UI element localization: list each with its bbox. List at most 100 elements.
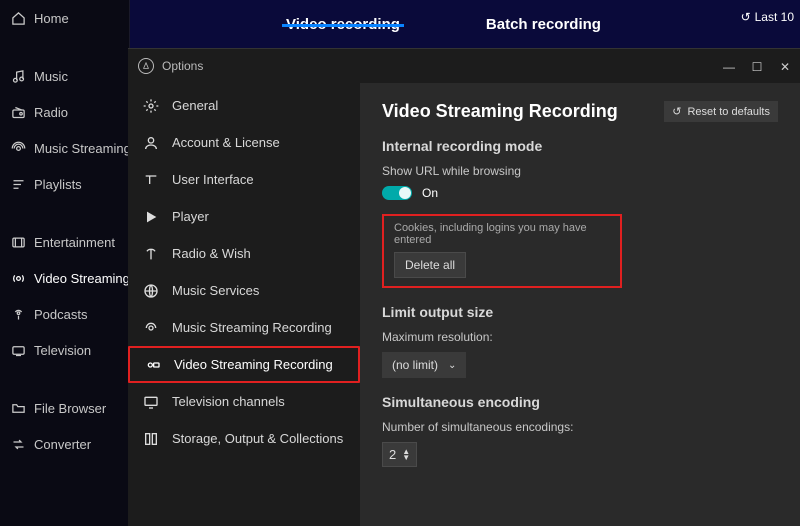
sidebar-item-label: Television: [34, 343, 91, 358]
options-item-ui[interactable]: User Interface: [128, 161, 360, 198]
music-streaming-icon: [10, 140, 26, 156]
converter-icon: [10, 436, 26, 452]
close-button[interactable]: ✕: [774, 56, 796, 78]
sidebar-item-podcasts[interactable]: Podcasts: [0, 296, 129, 332]
sidebar-item-label: Home: [34, 11, 69, 26]
play-icon: [142, 208, 160, 226]
minimize-button[interactable]: —: [718, 56, 740, 78]
options-item-label: Music Services: [172, 283, 259, 298]
cookies-hint: Cookies, including logins you may have e…: [394, 222, 610, 246]
sidebar-item-entertainment[interactable]: Entertainment: [0, 224, 129, 260]
playlist-icon: [10, 176, 26, 192]
select-value: (no limit): [392, 358, 438, 372]
options-item-label: Player: [172, 209, 209, 224]
options-item-storage[interactable]: Storage, Output & Collections: [128, 420, 360, 457]
options-item-label: General: [172, 98, 218, 113]
tab-label: Batch recording: [486, 16, 601, 33]
sidebar-item-label: File Browser: [34, 401, 106, 416]
options-item-music-recording[interactable]: Music Streaming Recording: [128, 309, 360, 346]
tab-label: Video recording: [286, 16, 400, 33]
options-content: Video Streaming Recording ↺ Reset to def…: [360, 83, 800, 526]
options-item-label: Account & License: [172, 135, 280, 150]
sidebar-item-label: Video Streaming: [34, 271, 129, 286]
globe-icon: [142, 282, 160, 300]
options-item-label: Radio & Wish: [172, 246, 251, 261]
brush-icon: [142, 171, 160, 189]
options-item-general[interactable]: General: [128, 87, 360, 124]
reset-defaults-button[interactable]: ↺ Reset to defaults: [664, 101, 778, 122]
delete-all-label: Delete all: [405, 258, 455, 272]
reset-label: Reset to defaults: [687, 106, 770, 118]
sidebar-item-music-streaming[interactable]: Music Streaming: [0, 130, 129, 166]
options-item-label: Television channels: [172, 394, 285, 409]
show-url-label: Show URL while browsing: [382, 164, 778, 178]
sidebar-item-video-streaming[interactable]: Video Streaming: [0, 260, 129, 296]
options-sidebar: General Account & License User Interface…: [128, 83, 360, 526]
chevron-down-icon: ⌄: [448, 360, 456, 371]
sidebar-item-label: Converter: [34, 437, 91, 452]
app-logo-icon: [138, 58, 154, 74]
section-internal-recording: Internal recording mode: [382, 138, 778, 154]
options-item-video-recording[interactable]: Video Streaming Recording: [128, 346, 360, 383]
sidebar-item-label: Playlists: [34, 177, 82, 192]
music-record-icon: [142, 319, 160, 337]
video-record-icon: [144, 356, 162, 374]
max-resolution-select[interactable]: (no limit) ⌄: [382, 352, 466, 378]
antenna-icon: [142, 245, 160, 263]
options-titlebar: Options: [128, 49, 800, 83]
stepper-down-icon[interactable]: ▼: [402, 455, 410, 461]
sidebar-item-label: Radio: [34, 105, 68, 120]
delete-all-button[interactable]: Delete all: [394, 252, 466, 278]
sidebar-item-label: Music: [34, 69, 68, 84]
options-window: Options General Account & License User I…: [128, 48, 800, 526]
options-item-account[interactable]: Account & License: [128, 124, 360, 161]
sidebar-item-home[interactable]: Home: [0, 0, 129, 36]
sidebar-item-label: Music Streaming: [34, 141, 129, 156]
sim-encoding-label: Number of simultaneous encodings:: [382, 420, 778, 434]
sim-encoding-stepper[interactable]: 2 ▲ ▼: [382, 442, 417, 467]
entertainment-icon: [10, 234, 26, 250]
sidebar-item-playlists[interactable]: Playlists: [0, 166, 129, 202]
sidebar-item-converter[interactable]: Converter: [0, 426, 129, 462]
maximize-button[interactable]: ☐: [746, 56, 768, 78]
options-item-player[interactable]: Player: [128, 198, 360, 235]
folder-icon: [10, 400, 26, 416]
gear-icon: [142, 97, 160, 115]
sidebar-item-label: Entertainment: [34, 235, 115, 250]
reset-icon: ↺: [672, 105, 681, 118]
video-streaming-icon: [10, 270, 26, 286]
history-icon: ↺: [741, 10, 751, 24]
app-sidebar: Home Music Radio Music Streaming Playlis…: [0, 0, 130, 526]
last-recordings-button[interactable]: ↺ Last 10: [741, 10, 794, 24]
options-item-label: User Interface: [172, 172, 254, 187]
options-item-radio[interactable]: Radio & Wish: [128, 235, 360, 272]
monitor-icon: [142, 393, 160, 411]
options-item-tv-channels[interactable]: Television channels: [128, 383, 360, 420]
options-item-music-services[interactable]: Music Services: [128, 272, 360, 309]
max-resolution-label: Maximum resolution:: [382, 330, 778, 344]
tv-icon: [10, 342, 26, 358]
options-item-label: Music Streaming Recording: [172, 320, 332, 335]
sidebar-item-television[interactable]: Television: [0, 332, 129, 368]
sidebar-item-radio[interactable]: Radio: [0, 94, 129, 130]
top-tabs: Video recording Batch recording ↺ Last 1…: [130, 0, 800, 48]
podcasts-icon: [10, 306, 26, 322]
window-controls: — ☐ ✕: [718, 56, 796, 78]
sidebar-item-file-browser[interactable]: File Browser: [0, 390, 129, 426]
user-icon: [142, 134, 160, 152]
page-title: Video Streaming Recording: [382, 101, 618, 122]
sidebar-item-label: Podcasts: [34, 307, 87, 322]
options-window-title: Options: [162, 59, 203, 73]
sidebar-item-music[interactable]: Music: [0, 58, 129, 94]
tab-video-recording[interactable]: Video recording: [258, 16, 428, 33]
last-label: Last 10: [755, 10, 794, 24]
show-url-toggle[interactable]: [382, 186, 412, 200]
stepper-value: 2: [389, 447, 396, 462]
options-item-label: Storage, Output & Collections: [172, 431, 343, 446]
cookies-section: Cookies, including logins you may have e…: [382, 214, 622, 288]
section-limit-output: Limit output size: [382, 304, 778, 320]
options-item-label: Video Streaming Recording: [174, 357, 333, 372]
storage-icon: [142, 430, 160, 448]
tab-batch-recording[interactable]: Batch recording: [458, 16, 629, 33]
section-simultaneous-encoding: Simultaneous encoding: [382, 394, 778, 410]
